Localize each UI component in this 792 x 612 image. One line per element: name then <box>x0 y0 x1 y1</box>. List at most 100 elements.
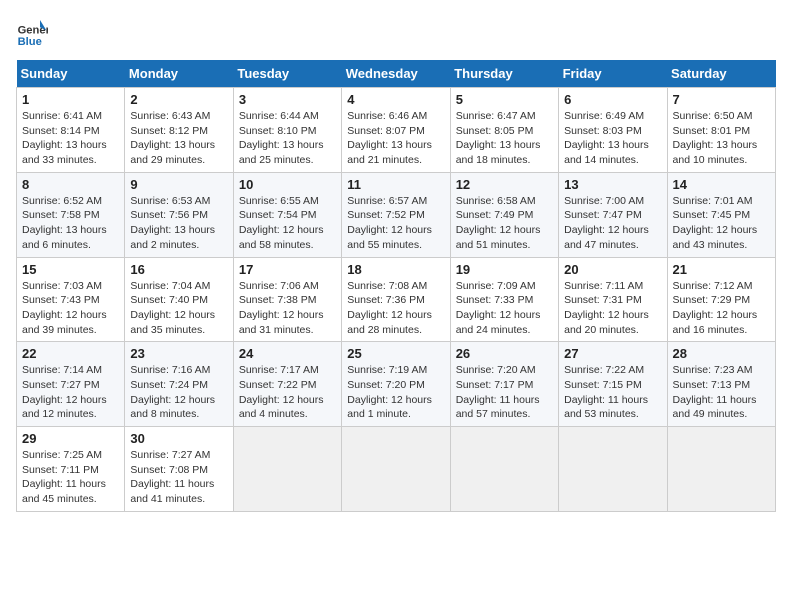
day-number: 11 <box>347 177 444 192</box>
calendar-cell: 8 Sunrise: 6:52 AMSunset: 7:58 PMDaylight… <box>17 172 125 257</box>
day-info: Sunrise: 6:49 AMSunset: 8:03 PMDaylight:… <box>564 109 661 168</box>
day-number: 6 <box>564 92 661 107</box>
calendar-cell: 18Sunrise: 7:08 AMSunset: 7:36 PMDayligh… <box>342 257 450 342</box>
weekday-header-thursday: Thursday <box>450 60 558 88</box>
calendar-cell: 29 Sunrise: 7:25 AMSunset: 7:11 PMDayligh… <box>17 427 125 512</box>
calendar-cell: 15 Sunrise: 7:03 AMSunset: 7:43 PMDayligh… <box>17 257 125 342</box>
day-info: Sunrise: 7:14 AMSunset: 7:27 PMDaylight:… <box>22 363 119 422</box>
day-info: Sunrise: 7:11 AMSunset: 7:31 PMDaylight:… <box>564 279 661 338</box>
weekday-header-monday: Monday <box>125 60 233 88</box>
day-info: Sunrise: 7:12 AMSunset: 7:29 PMDaylight:… <box>673 279 770 338</box>
weekday-header-sunday: Sunday <box>17 60 125 88</box>
calendar-cell: 23 Sunrise: 7:16 AMSunset: 7:24 PMDayligh… <box>125 342 233 427</box>
calendar-cell: 4 Sunrise: 6:46 AMSunset: 8:07 PMDaylight… <box>342 88 450 173</box>
day-number: 12 <box>456 177 553 192</box>
calendar-cell: 7 Sunrise: 6:50 AMSunset: 8:01 PMDaylight… <box>667 88 775 173</box>
day-number: 7 <box>673 92 770 107</box>
calendar-cell: 2 Sunrise: 6:43 AMSunset: 8:12 PMDaylight… <box>125 88 233 173</box>
day-number: 8 <box>22 177 119 192</box>
day-number: 14 <box>673 177 770 192</box>
day-number: 4 <box>347 92 444 107</box>
page-header: General Blue <box>16 16 776 48</box>
calendar-cell: 10 Sunrise: 6:55 AMSunset: 7:54 PMDayligh… <box>233 172 341 257</box>
calendar-cell: 24Sunrise: 7:17 AMSunset: 7:22 PMDayligh… <box>233 342 341 427</box>
logo: General Blue <box>16 16 48 48</box>
day-number: 10 <box>239 177 336 192</box>
calendar-week-row: 8 Sunrise: 6:52 AMSunset: 7:58 PMDaylight… <box>17 172 776 257</box>
day-number: 29 <box>22 431 119 446</box>
day-number: 15 <box>22 262 119 277</box>
calendar-cell: 14 Sunrise: 7:01 AMSunset: 7:45 PMDayligh… <box>667 172 775 257</box>
calendar-cell: 20 Sunrise: 7:11 AMSunset: 7:31 PMDayligh… <box>559 257 667 342</box>
day-info: Sunrise: 6:57 AMSunset: 7:52 PMDaylight:… <box>347 194 444 253</box>
logo-icon: General Blue <box>16 16 48 48</box>
calendar-cell <box>559 427 667 512</box>
day-number: 19 <box>456 262 553 277</box>
calendar-cell: 22 Sunrise: 7:14 AMSunset: 7:27 PMDayligh… <box>17 342 125 427</box>
calendar-cell: 19Sunrise: 7:09 AMSunset: 7:33 PMDayligh… <box>450 257 558 342</box>
calendar-cell: 11 Sunrise: 6:57 AMSunset: 7:52 PMDayligh… <box>342 172 450 257</box>
calendar-cell: 6 Sunrise: 6:49 AMSunset: 8:03 PMDaylight… <box>559 88 667 173</box>
day-number: 27 <box>564 346 661 361</box>
day-info: Sunrise: 7:06 AMSunset: 7:38 PMDaylight:… <box>239 279 336 338</box>
day-number: 2 <box>130 92 227 107</box>
calendar-cell: 25Sunrise: 7:19 AMSunset: 7:20 PMDayligh… <box>342 342 450 427</box>
day-info: Sunrise: 6:43 AMSunset: 8:12 PMDaylight:… <box>130 109 227 168</box>
day-number: 9 <box>130 177 227 192</box>
day-info: Sunrise: 6:44 AMSunset: 8:10 PMDaylight:… <box>239 109 336 168</box>
day-info: Sunrise: 7:23 AMSunset: 7:13 PMDaylight:… <box>673 363 770 422</box>
calendar-cell <box>450 427 558 512</box>
calendar-table: SundayMondayTuesdayWednesdayThursdayFrid… <box>16 60 776 512</box>
calendar-cell <box>342 427 450 512</box>
calendar-cell <box>667 427 775 512</box>
day-number: 17 <box>239 262 336 277</box>
day-info: Sunrise: 6:53 AMSunset: 7:56 PMDaylight:… <box>130 194 227 253</box>
day-info: Sunrise: 7:00 AMSunset: 7:47 PMDaylight:… <box>564 194 661 253</box>
day-number: 25 <box>347 346 444 361</box>
weekday-header-tuesday: Tuesday <box>233 60 341 88</box>
calendar-cell: 17 Sunrise: 7:06 AMSunset: 7:38 PMDayligh… <box>233 257 341 342</box>
weekday-header-wednesday: Wednesday <box>342 60 450 88</box>
day-number: 26 <box>456 346 553 361</box>
calendar-cell: 28 Sunrise: 7:23 AMSunset: 7:13 PMDayligh… <box>667 342 775 427</box>
day-number: 22 <box>22 346 119 361</box>
day-info: Sunrise: 7:03 AMSunset: 7:43 PMDaylight:… <box>22 279 119 338</box>
day-info: Sunrise: 6:50 AMSunset: 8:01 PMDaylight:… <box>673 109 770 168</box>
day-info: Sunrise: 6:52 AMSunset: 7:58 PMDaylight:… <box>22 194 119 253</box>
calendar-cell: 13 Sunrise: 7:00 AMSunset: 7:47 PMDayligh… <box>559 172 667 257</box>
calendar-cell <box>233 427 341 512</box>
day-number: 21 <box>673 262 770 277</box>
calendar-cell: 30 Sunrise: 7:27 AMSunset: 7:08 PMDayligh… <box>125 427 233 512</box>
calendar-cell: 26 Sunrise: 7:20 AMSunset: 7:17 PMDayligh… <box>450 342 558 427</box>
day-info: Sunrise: 7:20 AMSunset: 7:17 PMDaylight:… <box>456 363 553 422</box>
day-info: Sunrise: 7:04 AMSunset: 7:40 PMDaylight:… <box>130 279 227 338</box>
day-number: 24 <box>239 346 336 361</box>
calendar-week-row: 29 Sunrise: 7:25 AMSunset: 7:11 PMDayligh… <box>17 427 776 512</box>
calendar-cell: 5 Sunrise: 6:47 AMSunset: 8:05 PMDaylight… <box>450 88 558 173</box>
calendar-week-row: 22 Sunrise: 7:14 AMSunset: 7:27 PMDayligh… <box>17 342 776 427</box>
day-info: Sunrise: 7:01 AMSunset: 7:45 PMDaylight:… <box>673 194 770 253</box>
calendar-cell: 16 Sunrise: 7:04 AMSunset: 7:40 PMDayligh… <box>125 257 233 342</box>
day-info: Sunrise: 6:58 AMSunset: 7:49 PMDaylight:… <box>456 194 553 253</box>
day-info: Sunrise: 7:27 AMSunset: 7:08 PMDaylight:… <box>130 448 227 507</box>
day-number: 5 <box>456 92 553 107</box>
day-info: Sunrise: 6:47 AMSunset: 8:05 PMDaylight:… <box>456 109 553 168</box>
day-info: Sunrise: 7:16 AMSunset: 7:24 PMDaylight:… <box>130 363 227 422</box>
day-number: 23 <box>130 346 227 361</box>
day-info: Sunrise: 6:55 AMSunset: 7:54 PMDaylight:… <box>239 194 336 253</box>
day-info: Sunrise: 7:22 AMSunset: 7:15 PMDaylight:… <box>564 363 661 422</box>
day-number: 1 <box>22 92 119 107</box>
day-number: 13 <box>564 177 661 192</box>
calendar-cell: 27 Sunrise: 7:22 AMSunset: 7:15 PMDayligh… <box>559 342 667 427</box>
day-number: 16 <box>130 262 227 277</box>
calendar-cell: 12 Sunrise: 6:58 AMSunset: 7:49 PMDayligh… <box>450 172 558 257</box>
day-number: 20 <box>564 262 661 277</box>
calendar-week-row: 15 Sunrise: 7:03 AMSunset: 7:43 PMDayligh… <box>17 257 776 342</box>
day-number: 30 <box>130 431 227 446</box>
calendar-week-row: 1Sunrise: 6:41 AMSunset: 8:14 PMDaylight… <box>17 88 776 173</box>
day-info: Sunrise: 7:25 AMSunset: 7:11 PMDaylight:… <box>22 448 119 507</box>
day-info: Sunrise: 6:46 AMSunset: 8:07 PMDaylight:… <box>347 109 444 168</box>
day-number: 18 <box>347 262 444 277</box>
day-number: 28 <box>673 346 770 361</box>
calendar-cell: 9 Sunrise: 6:53 AMSunset: 7:56 PMDaylight… <box>125 172 233 257</box>
